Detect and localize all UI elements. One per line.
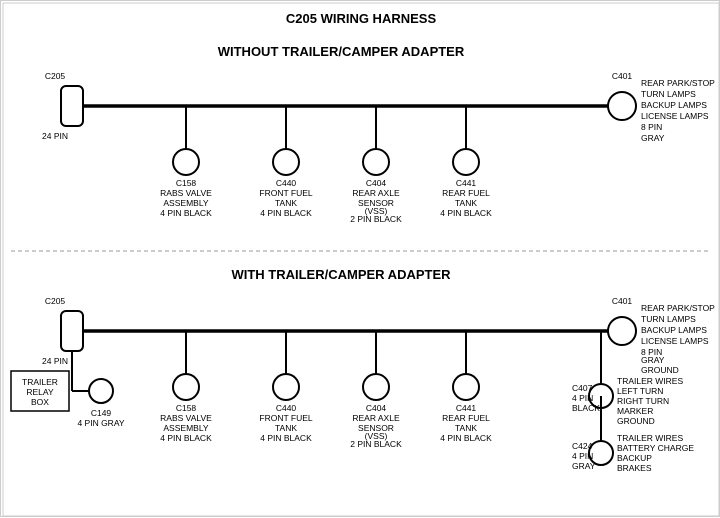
c441-2-d3: 4 PIN BLACK <box>440 433 492 443</box>
c424-color: GRAY <box>572 461 596 471</box>
c441-1-d3: 4 PIN BLACK <box>440 208 492 218</box>
c440-1-d2: TANK <box>275 198 297 208</box>
c404-2-d1: REAR AXLE <box>352 413 400 423</box>
c440-2-d1: FRONT FUEL <box>259 413 312 423</box>
c404-1-name: C404 <box>366 178 387 188</box>
c440-2-name: C440 <box>276 403 297 413</box>
c401-1-color: GRAY <box>641 133 665 143</box>
c441-2-name: C441 <box>456 403 477 413</box>
c158-2-d1: RABS VALVE <box>160 413 212 423</box>
trailer-relay-box-l1: TRAILER <box>22 377 58 387</box>
c407-name: C407 <box>572 383 593 393</box>
c158-2-name: C158 <box>176 403 197 413</box>
c401-1-pin: 8 PIN <box>641 122 662 132</box>
main-title: C205 WIRING HARNESS <box>286 11 437 26</box>
c401-2-ground: GROUND <box>641 365 679 375</box>
trailer-relay-box-l3: BOX <box>31 397 49 407</box>
wiring-diagram: C205 WIRING HARNESS WITHOUT TRAILER/CAMP… <box>1 1 720 518</box>
c205-1-name: C205 <box>45 71 66 81</box>
section2-title: WITH TRAILER/CAMPER ADAPTER <box>231 267 451 282</box>
c401-1-desc2: TURN LAMPS <box>641 89 696 99</box>
c441-1-d1: REAR FUEL <box>442 188 490 198</box>
c401-2-color: GRAY <box>641 355 665 365</box>
c158-1-d1: RABS VALVE <box>160 188 212 198</box>
c158-2-d3: 4 PIN BLACK <box>160 433 212 443</box>
c407-d4: MARKER <box>617 406 653 416</box>
c158-1-name: C158 <box>176 178 197 188</box>
c401-1-name: C401 <box>612 71 633 81</box>
c149-name: C149 <box>91 408 112 418</box>
c205-2-name: C205 <box>45 296 66 306</box>
c158-2-d2: ASSEMBLY <box>163 423 209 433</box>
c407-d3: RIGHT TURN <box>617 396 669 406</box>
c205-2-pin: 24 PIN <box>42 356 68 366</box>
c401-1-desc3: BACKUP LAMPS <box>641 100 707 110</box>
c401-1-desc4: LICENSE LAMPS <box>641 111 709 121</box>
c424-d1: TRAILER WIRES <box>617 433 683 443</box>
c441-2-d1: REAR FUEL <box>442 413 490 423</box>
c407-pin: 4 PIN <box>572 393 593 403</box>
c407-d5: GROUND <box>617 416 655 426</box>
c401-2-name: C401 <box>612 296 633 306</box>
c440-1-d1: FRONT FUEL <box>259 188 312 198</box>
c440-2-d2: TANK <box>275 423 297 433</box>
c441-2-d2: TANK <box>455 423 477 433</box>
c404-2-d4: 2 PIN BLACK <box>350 439 402 449</box>
c440-1-d3: 4 PIN BLACK <box>260 208 312 218</box>
c440-2-d3: 4 PIN BLACK <box>260 433 312 443</box>
c404-2-name: C404 <box>366 403 387 413</box>
c440-1-name: C440 <box>276 178 297 188</box>
trailer-relay-box-l2: RELAY <box>26 387 54 397</box>
c149-pin: 4 PIN GRAY <box>77 418 124 428</box>
c441-1-d2: TANK <box>455 198 477 208</box>
c407-color: BLACK <box>572 403 600 413</box>
page-container: C205 WIRING HARNESS WITHOUT TRAILER/CAMP… <box>0 0 720 517</box>
c401-2-desc2: TURN LAMPS <box>641 314 696 324</box>
c404-1-d4: 2 PIN BLACK <box>350 214 402 224</box>
c401-1-desc1: REAR PARK/STOP <box>641 78 715 88</box>
c404-1-d1: REAR AXLE <box>352 188 400 198</box>
c401-2-desc1: REAR PARK/STOP <box>641 303 715 313</box>
c401-2-desc3: BACKUP LAMPS <box>641 325 707 335</box>
c401-2-desc4: LICENSE LAMPS <box>641 336 709 346</box>
c158-1-d2: ASSEMBLY <box>163 198 209 208</box>
c424-name: C424 <box>572 441 593 451</box>
section1-title: WITHOUT TRAILER/CAMPER ADAPTER <box>218 44 465 59</box>
c424-d2: BATTERY CHARGE <box>617 443 694 453</box>
c424-d4: BRAKES <box>617 463 652 473</box>
c407-d1: TRAILER WIRES <box>617 376 683 386</box>
c407-d2: LEFT TURN <box>617 386 663 396</box>
c424-d3: BACKUP <box>617 453 652 463</box>
c158-1-d3: 4 PIN BLACK <box>160 208 212 218</box>
c205-1-pin: 24 PIN <box>42 131 68 141</box>
c441-1-name: C441 <box>456 178 477 188</box>
c424-pin: 4 PIN <box>572 451 593 461</box>
